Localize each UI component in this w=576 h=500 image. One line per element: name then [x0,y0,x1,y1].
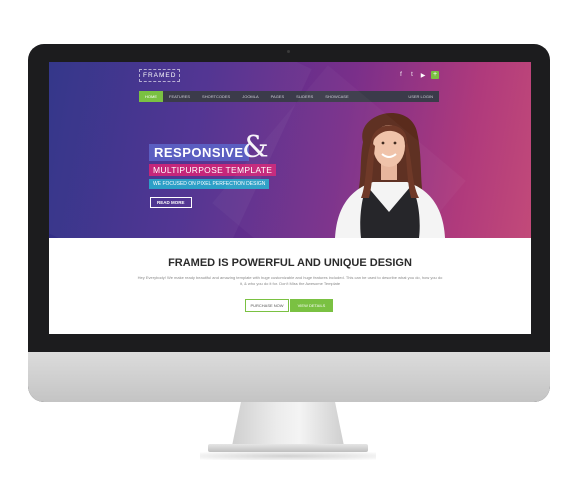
monitor-chin [28,352,550,402]
nav-item-home[interactable]: HOME [139,91,163,102]
hero-title: RESPONSIVE [149,144,249,161]
purchase-now-button[interactable]: PURCHASE NOW [245,299,289,312]
twitter-icon[interactable]: t [409,72,415,78]
plus-icon[interactable]: + [431,71,439,79]
content-description: Hey Everybody! We make ready beautiful a… [137,275,443,286]
nav-item-joomla[interactable]: JOOMLA [236,91,264,102]
hero-slider: FRAMED f t ▶ + HOME FEATURES SHORTCODES … [49,62,531,238]
view-details-button[interactable]: VIEW DETAILS [290,299,333,312]
read-more-button[interactable]: READ MORE [150,197,192,208]
monitor-stand [232,402,344,446]
hero-ampersand: & [242,130,269,165]
nav-item-shortcodes[interactable]: SHORTCODES [196,91,236,102]
main-navigation: HOME FEATURES SHORTCODES JOOMLA PAGES SL… [139,91,439,102]
monitor-base [208,444,368,452]
hero-tagline: WE FOCUSED ON PIXEL PERFECTION DESIGN [149,179,270,189]
nav-item-pages[interactable]: PAGES [265,91,291,102]
site-logo[interactable]: FRAMED [139,69,181,82]
hero-woman-image [335,113,445,238]
website-screen: FRAMED f t ▶ + HOME FEATURES SHORTCODES … [49,62,531,334]
youtube-icon[interactable]: ▶ [420,72,426,79]
hero-subtitle: MULTIPURPOSE TEMPLATE [149,164,277,176]
nav-user-login[interactable]: USER LOGIN [402,91,439,102]
facebook-icon[interactable]: f [398,72,404,78]
camera-icon [287,50,290,53]
nav-item-showcase[interactable]: SHOWCASE [319,91,354,102]
nav-item-features[interactable]: FEATURES [163,91,196,102]
content-title: FRAMED IS POWERFUL AND UNIQUE DESIGN [168,257,412,269]
social-links: f t ▶ + [398,71,439,79]
monitor-shadow [200,452,376,460]
nav-item-sliders[interactable]: SLIDERS [290,91,319,102]
